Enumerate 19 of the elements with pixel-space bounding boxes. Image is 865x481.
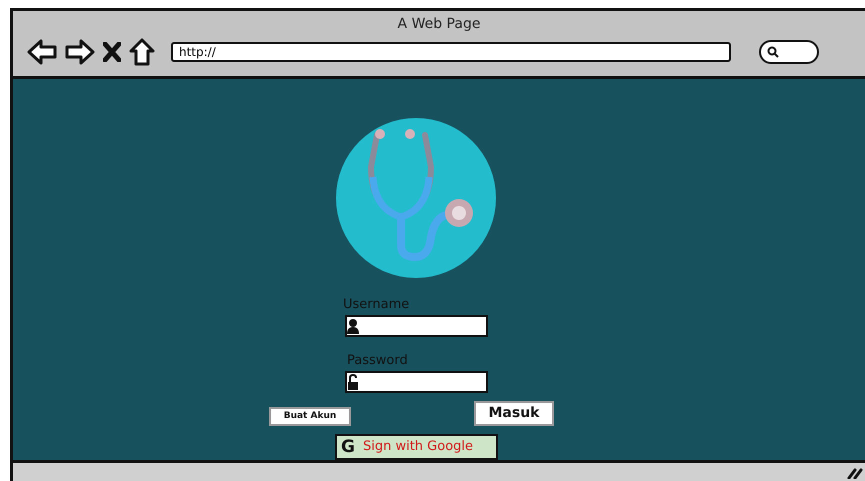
home-icon[interactable] [129, 38, 155, 66]
user-icon [347, 318, 359, 334]
forward-icon[interactable] [65, 39, 95, 65]
search-field[interactable] [759, 40, 819, 64]
username-label: Username [343, 296, 410, 312]
google-sign-in-button[interactable]: G Sign with Google [335, 434, 498, 460]
close-icon[interactable] [103, 42, 121, 62]
create-account-button[interactable]: Buat Akun [269, 406, 351, 426]
search-icon [767, 46, 779, 58]
address-bar[interactable]: http:// [171, 42, 731, 62]
password-label: Password [347, 352, 409, 368]
password-field[interactable] [345, 370, 488, 393]
padlock-icon [347, 374, 359, 390]
google-button-label: Sign with Google [362, 439, 474, 454]
window-title: A Web Page [398, 16, 480, 32]
username-field[interactable] [345, 314, 488, 337]
login-button[interactable]: Masuk [474, 400, 554, 426]
back-icon[interactable] [27, 39, 57, 65]
google-glyph: G [341, 436, 355, 457]
